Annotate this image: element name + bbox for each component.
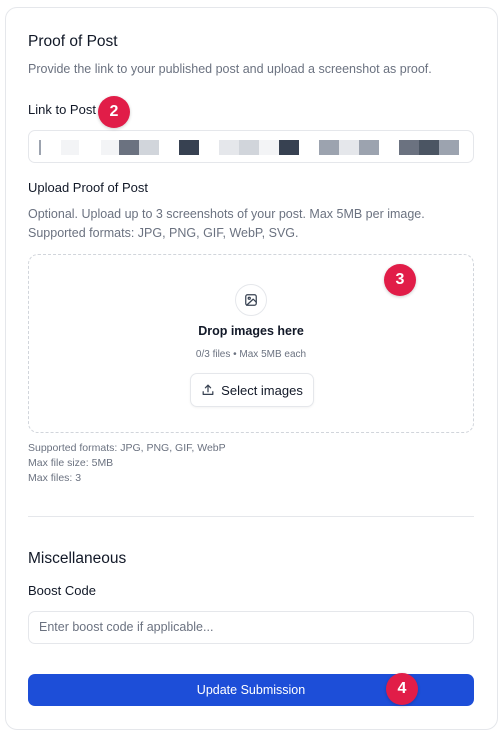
select-images-button[interactable]: Select images: [190, 373, 314, 407]
boost-code-label: Boost Code: [28, 583, 96, 598]
proof-section-title: Proof of Post: [28, 33, 118, 50]
misc-section-title: Miscellaneous: [28, 550, 127, 567]
link-to-post-label: Link to Post: [28, 102, 96, 117]
boost-code-placeholder: Enter boost code if applicable...: [39, 620, 214, 634]
image-icon: [235, 284, 267, 316]
max-file-size-note: Max file size: 5MB: [28, 457, 114, 469]
supported-formats-note: Supported formats: JPG, PNG, GIF, WebP: [28, 442, 226, 454]
max-files-note: Max files: 3: [28, 472, 82, 484]
upload-proof-label: Upload Proof of Post: [28, 180, 148, 195]
update-submission-label: Update Submission: [196, 683, 306, 697]
upload-description-line1: Optional. Upload up to 3 screenshots of …: [28, 207, 425, 221]
link-to-post-input[interactable]: [28, 130, 474, 163]
step-badge-2: 2: [98, 96, 130, 128]
section-divider: [28, 516, 474, 517]
proof-section-description: Provide the link to your published post …: [28, 62, 432, 76]
step-badge-3: 3: [384, 264, 416, 296]
upload-description-line2: Supported formats: JPG, PNG, GIF, WebP, …: [28, 226, 299, 240]
step-badge-4: 4: [386, 673, 418, 705]
dropzone-file-count: 0/3 files • Max 5MB each: [195, 349, 307, 360]
boost-code-input[interactable]: Enter boost code if applicable...: [28, 611, 474, 644]
upload-icon: [202, 384, 214, 395]
select-images-label: Select images: [221, 382, 303, 398]
dropzone-title: Drop images here: [198, 324, 304, 338]
